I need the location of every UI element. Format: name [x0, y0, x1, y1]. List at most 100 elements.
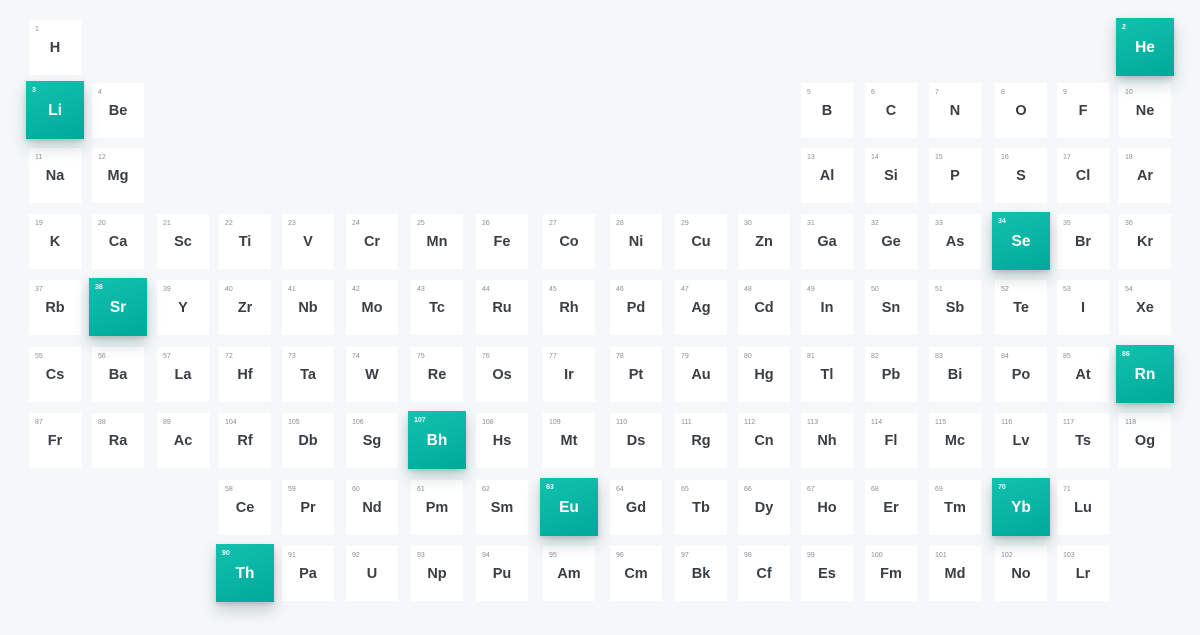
element-tile-k[interactable]: 19 K	[29, 214, 81, 269]
element-tile-mc[interactable]: 115 Mc	[929, 413, 981, 468]
element-tile-rb[interactable]: 37 Rb	[29, 280, 81, 335]
element-tile-mn[interactable]: 25 Mn	[411, 214, 463, 269]
element-tile-ti[interactable]: 22 Ti	[219, 214, 271, 269]
element-tile-cd[interactable]: 48 Cd	[738, 280, 790, 335]
element-tile-al[interactable]: 13 Al	[801, 148, 853, 203]
element-tile-zn[interactable]: 30 Zn	[738, 214, 790, 269]
element-tile-rf[interactable]: 104 Rf	[219, 413, 271, 468]
element-tile-lr[interactable]: 103 Lr	[1057, 546, 1109, 601]
element-tile-yb[interactable]: 70 Yb	[992, 478, 1050, 536]
element-tile-fm[interactable]: 100 Fm	[865, 546, 917, 601]
element-tile-p[interactable]: 15 P	[929, 148, 981, 203]
element-tile-te[interactable]: 52 Te	[995, 280, 1047, 335]
element-tile-am[interactable]: 95 Am	[543, 546, 595, 601]
element-tile-xe[interactable]: 54 Xe	[1119, 280, 1171, 335]
element-tile-fr[interactable]: 87 Fr	[29, 413, 81, 468]
element-tile-au[interactable]: 79 Au	[675, 347, 727, 402]
element-tile-bi[interactable]: 83 Bi	[929, 347, 981, 402]
element-tile-lv[interactable]: 116 Lv	[995, 413, 1047, 468]
element-tile-pa[interactable]: 91 Pa	[282, 546, 334, 601]
element-tile-cu[interactable]: 29 Cu	[675, 214, 727, 269]
element-tile-sg[interactable]: 106 Sg	[346, 413, 398, 468]
element-tile-bk[interactable]: 97 Bk	[675, 546, 727, 601]
element-tile-hs[interactable]: 108 Hs	[476, 413, 528, 468]
element-tile-w[interactable]: 74 W	[346, 347, 398, 402]
element-tile-zr[interactable]: 40 Zr	[219, 280, 271, 335]
element-tile-ta[interactable]: 73 Ta	[282, 347, 334, 402]
element-tile-ba[interactable]: 56 Ba	[92, 347, 144, 402]
element-tile-ce[interactable]: 58 Ce	[219, 480, 271, 535]
element-tile-y[interactable]: 39 Y	[157, 280, 209, 335]
element-tile-ho[interactable]: 67 Ho	[801, 480, 853, 535]
element-tile-ds[interactable]: 110 Ds	[610, 413, 662, 468]
element-tile-o[interactable]: 8O	[995, 83, 1047, 138]
element-tile-nh[interactable]: 113 Nh	[801, 413, 853, 468]
element-tile-no[interactable]: 102 No	[995, 546, 1047, 601]
element-tile-tm[interactable]: 69 Tm	[929, 480, 981, 535]
element-tile-sm[interactable]: 62 Sm	[476, 480, 528, 535]
element-tile-rn[interactable]: 86 Rn	[1116, 345, 1174, 403]
element-tile-h[interactable]: 1H	[29, 20, 81, 75]
element-tile-dy[interactable]: 66 Dy	[738, 480, 790, 535]
element-tile-fl[interactable]: 114 Fl	[865, 413, 917, 468]
element-tile-es[interactable]: 99 Es	[801, 546, 853, 601]
element-tile-br[interactable]: 35 Br	[1057, 214, 1109, 269]
element-tile-cm[interactable]: 96 Cm	[610, 546, 662, 601]
element-tile-pm[interactable]: 61 Pm	[411, 480, 463, 535]
element-tile-os[interactable]: 76 Os	[476, 347, 528, 402]
element-tile-ts[interactable]: 117 Ts	[1057, 413, 1109, 468]
element-tile-rg[interactable]: 111 Rg	[675, 413, 727, 468]
element-tile-ge[interactable]: 32 Ge	[865, 214, 917, 269]
element-tile-v[interactable]: 23 V	[282, 214, 334, 269]
element-tile-ru[interactable]: 44 Ru	[476, 280, 528, 335]
element-tile-ag[interactable]: 47 Ag	[675, 280, 727, 335]
element-tile-na[interactable]: 11 Na	[29, 148, 81, 203]
element-tile-mo[interactable]: 42 Mo	[346, 280, 398, 335]
element-tile-fe[interactable]: 26 Fe	[476, 214, 528, 269]
element-tile-be[interactable]: 4 Be	[92, 83, 144, 138]
element-tile-pb[interactable]: 82 Pb	[865, 347, 917, 402]
element-tile-eu[interactable]: 63 Eu	[540, 478, 598, 536]
element-tile-tb[interactable]: 65 Tb	[675, 480, 727, 535]
element-tile-in[interactable]: 49 In	[801, 280, 853, 335]
element-tile-nd[interactable]: 60 Nd	[346, 480, 398, 535]
element-tile-db[interactable]: 105 Db	[282, 413, 334, 468]
element-tile-cr[interactable]: 24 Cr	[346, 214, 398, 269]
element-tile-co[interactable]: 27 Co	[543, 214, 595, 269]
element-tile-f[interactable]: 9F	[1057, 83, 1109, 138]
element-tile-li[interactable]: 3 Li	[26, 81, 84, 139]
element-tile-mt[interactable]: 109 Mt	[543, 413, 595, 468]
element-tile-cn[interactable]: 112 Cn	[738, 413, 790, 468]
element-tile-lu[interactable]: 71 Lu	[1057, 480, 1109, 535]
element-tile-er[interactable]: 68 Er	[865, 480, 917, 535]
element-tile-n[interactable]: 7N	[929, 83, 981, 138]
element-tile-po[interactable]: 84 Po	[995, 347, 1047, 402]
element-tile-ga[interactable]: 31 Ga	[801, 214, 853, 269]
element-tile-ir[interactable]: 77 Ir	[543, 347, 595, 402]
element-tile-cs[interactable]: 55 Cs	[29, 347, 81, 402]
element-tile-hf[interactable]: 72 Hf	[219, 347, 271, 402]
element-tile-tl[interactable]: 81 Tl	[801, 347, 853, 402]
element-tile-sc[interactable]: 21 Sc	[157, 214, 209, 269]
element-tile-nb[interactable]: 41 Nb	[282, 280, 334, 335]
element-tile-la[interactable]: 57 La	[157, 347, 209, 402]
element-tile-bh[interactable]: 107 Bh	[408, 411, 466, 469]
element-tile-re[interactable]: 75 Re	[411, 347, 463, 402]
element-tile-u[interactable]: 92 U	[346, 546, 398, 601]
element-tile-md[interactable]: 101 Md	[929, 546, 981, 601]
element-tile-s[interactable]: 16 S	[995, 148, 1047, 203]
element-tile-b[interactable]: 5B	[801, 83, 853, 138]
element-tile-np[interactable]: 93 Np	[411, 546, 463, 601]
element-tile-he[interactable]: 2 He	[1116, 18, 1174, 76]
element-tile-pt[interactable]: 78 Pt	[610, 347, 662, 402]
element-tile-i[interactable]: 53 I	[1057, 280, 1109, 335]
element-tile-ni[interactable]: 28 Ni	[610, 214, 662, 269]
element-tile-sb[interactable]: 51 Sb	[929, 280, 981, 335]
element-tile-gd[interactable]: 64 Gd	[610, 480, 662, 535]
element-tile-cf[interactable]: 98 Cf	[738, 546, 790, 601]
element-tile-c[interactable]: 6C	[865, 83, 917, 138]
element-tile-mg[interactable]: 12 Mg	[92, 148, 144, 203]
element-tile-hg[interactable]: 80 Hg	[738, 347, 790, 402]
element-tile-ca[interactable]: 20 Ca	[92, 214, 144, 269]
element-tile-ar[interactable]: 18 Ar	[1119, 148, 1171, 203]
